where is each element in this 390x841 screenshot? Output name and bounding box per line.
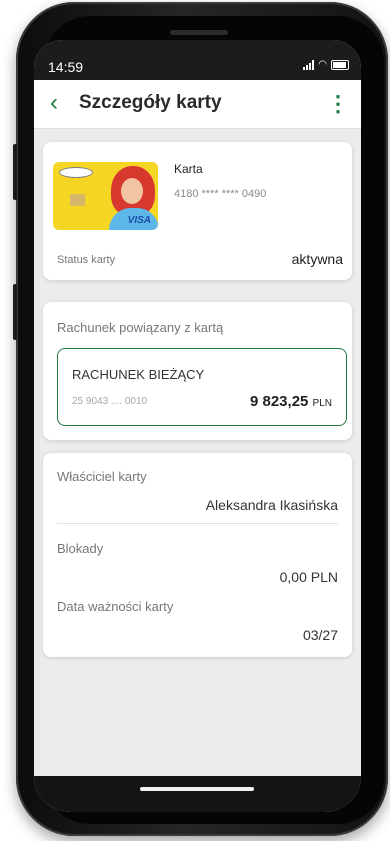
linked-account-label: Rachunek powiązany z kartą — [57, 320, 224, 335]
card-status-label: Status karty — [57, 254, 116, 266]
visa-logo: VISA — [127, 215, 151, 226]
account-balance: 9 823,25 PLN — [250, 393, 332, 410]
card-name: Karta — [174, 162, 203, 176]
account-name: RACHUNEK BIEŻĄCY — [72, 367, 205, 382]
expiry-value: 03/27 — [302, 627, 338, 643]
linked-account-panel: Rachunek powiązany z kartą RACHUNEK BIEŻ… — [43, 302, 352, 440]
card-number: 4180 **** **** 0490 — [174, 188, 267, 200]
chevron-left-icon[interactable]: ‹ — [50, 89, 58, 117]
home-indicator[interactable] — [140, 787, 254, 791]
owner-label: Właściciel karty — [57, 469, 147, 484]
card-image[interactable]: VISA — [53, 162, 158, 230]
owner-value: Aleksandra Ikasińska — [205, 497, 338, 513]
account-number: 25 9043 .... 0010 — [72, 396, 148, 407]
account-balance-currency: PLN — [312, 398, 332, 409]
speaker-grille — [170, 30, 228, 35]
card-artwork-face — [121, 178, 143, 204]
expiry-label: Data ważności karty — [57, 599, 174, 614]
card-status-value: aktywna — [291, 251, 343, 267]
more-vertical-icon[interactable]: ⋮ — [327, 91, 349, 117]
status-time: 14:59 — [48, 59, 84, 75]
blocks-value: 0,00 PLN — [279, 569, 338, 585]
battery-icon — [331, 60, 349, 70]
volume-down-button-hw — [13, 284, 17, 340]
details-divider — [57, 523, 338, 524]
navigation-bar — [34, 776, 361, 812]
status-bar: 14:59 ◠ — [34, 40, 361, 80]
wifi-icon: ◠ — [318, 59, 327, 70]
blocks-label: Blokady — [57, 541, 104, 556]
app-screen: 14:59 ◠ ‹ Szczegóły karty ⋮ VISA Karta 4… — [34, 40, 361, 812]
account-balance-amount: 9 823,25 — [249, 393, 309, 410]
linked-account-tile[interactable]: RACHUNEK BIEŻĄCY 25 9043 .... 0010 9 823… — [57, 348, 347, 426]
bank-logo-icon — [59, 167, 93, 178]
volume-up-button-hw — [13, 144, 17, 200]
app-header: ‹ Szczegóły karty ⋮ — [34, 80, 361, 129]
chip-icon — [70, 194, 85, 206]
card-details-panel: Właściciel karty Aleksandra Ikasińska Bl… — [43, 453, 352, 657]
page-title: Szczegóły karty — [79, 92, 222, 113]
signal-icon — [303, 60, 315, 70]
status-icons: ◠ — [303, 60, 349, 70]
card-info-panel: VISA Karta 4180 **** **** 0490 Status ka… — [43, 142, 352, 280]
